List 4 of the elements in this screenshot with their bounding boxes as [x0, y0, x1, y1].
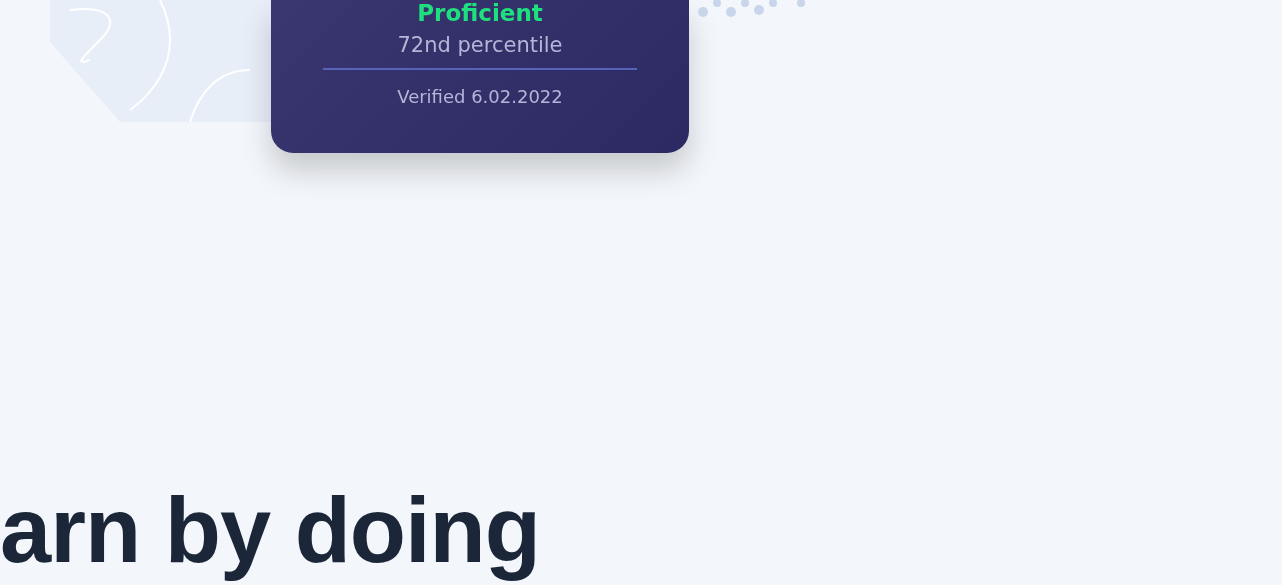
headline: arn by doing [0, 480, 540, 580]
percentile-text: 72nd percentile [397, 32, 563, 58]
proficiency-level: Proficient [417, 0, 543, 26]
verified-date: Verified 6.02.2022 [397, 86, 563, 107]
